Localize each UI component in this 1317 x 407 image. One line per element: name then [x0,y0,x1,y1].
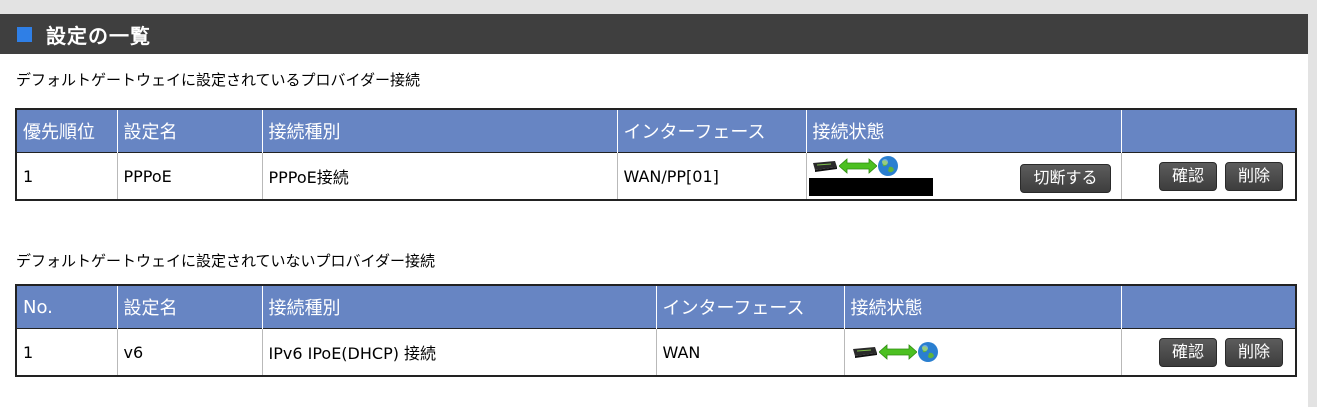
col-name: 設定名 [117,285,263,329]
name-cell: PPPoE [117,152,263,200]
type-cell: IPv6 IPoE(DHCP) 接続 [262,328,657,376]
col-name: 設定名 [117,109,263,153]
interface-cell: WAN/PP[01] [617,152,807,200]
col-actions [1121,109,1296,153]
confirm-button[interactable]: 確認 [1158,161,1217,191]
settings-panel: 設定の一覧 デフォルトゲートウェイに設定されているプロバイダー接続 優先順位 設… [0,14,1308,407]
table-row: 1 PPPoE PPPoE接続 WAN/PP[01] 切断する 確認 削除 [16,152,1296,200]
connection-arrows-icon [838,158,877,174]
name-cell: v6 [117,328,263,376]
table-header-row: No. 設定名 接続種別 インターフェース 接続状態 [16,285,1296,329]
col-status: 接続状態 [844,285,1122,329]
priority-cell: 1 [16,152,118,200]
table-header-row: 優先順位 設定名 接続種別 インターフェース 接続状態 [16,109,1296,153]
actions-cell: 確認 削除 [1121,328,1296,376]
globe-icon [917,342,938,362]
panel-title: 設定の一覧 [46,23,151,48]
col-no: No. [16,285,118,329]
col-type: 接続種別 [262,285,657,329]
status-cell [844,328,1122,376]
default-connections-table: 優先順位 設定名 接続種別 インターフェース 接続状態 1 PPPoE PPPo… [15,108,1297,201]
connection-arrows-icon [878,344,917,360]
type-cell: PPPoE接続 [262,152,618,200]
globe-icon [877,156,898,176]
router-icon [852,347,877,358]
col-status: 接続状態 [806,109,1122,153]
status-icons [811,155,899,177]
interface-cell: WAN [656,328,845,376]
header-square-icon [17,26,32,42]
redacted-info [808,178,933,196]
delete-button[interactable]: 削除 [1224,161,1283,191]
col-actions [1121,285,1296,329]
col-priority: 優先順位 [16,109,118,153]
confirm-button[interactable]: 確認 [1158,337,1217,367]
panel-header: 設定の一覧 [0,14,1308,54]
col-interface: インターフェース [656,285,845,329]
other-section-label: デフォルトゲートウェイに設定されていないプロバイダー接続 [16,252,435,270]
table-row: 1 v6 IPv6 IPoE(DHCP) 接続 WAN 確認 削除 [16,328,1296,376]
router-icon [812,161,837,172]
delete-button[interactable]: 削除 [1224,337,1283,367]
default-section-label: デフォルトゲートウェイに設定されているプロバイダー接続 [16,71,420,89]
status-cell: 切断する [806,152,1122,200]
status-icons [851,341,939,363]
disconnect-button[interactable]: 切断する [1020,164,1111,193]
actions-cell: 確認 削除 [1121,152,1296,200]
no-cell: 1 [16,328,118,376]
col-interface: インターフェース [617,109,807,153]
col-type: 接続種別 [262,109,618,153]
other-connections-table: No. 設定名 接続種別 インターフェース 接続状態 1 v6 IPv6 IPo… [15,284,1297,377]
